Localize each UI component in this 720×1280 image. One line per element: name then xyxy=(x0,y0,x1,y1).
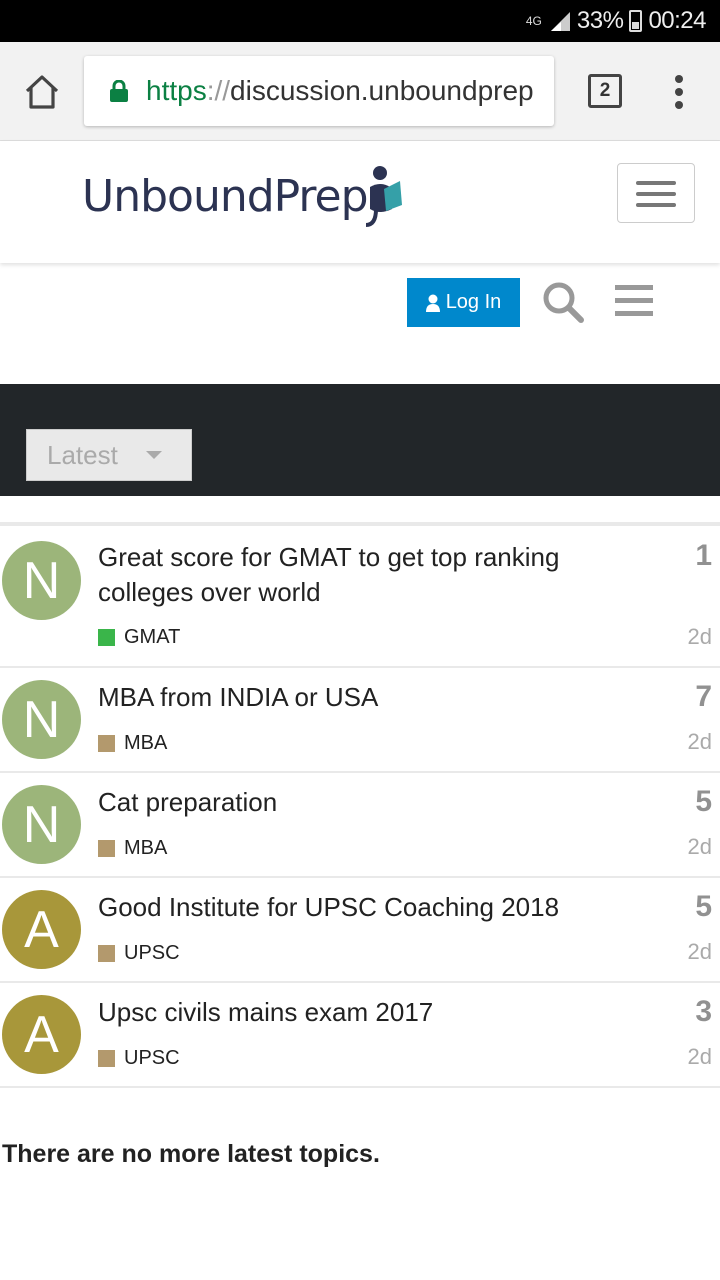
category-color xyxy=(98,629,115,646)
url-scheme: https xyxy=(146,75,207,106)
topic-row[interactable]: N Great score for GMAT to get top rankin… xyxy=(0,527,720,668)
url-separator: :// xyxy=(206,75,231,106)
category-color xyxy=(98,735,115,752)
url-text[interactable]: https://discussion.unboundprep xyxy=(146,56,534,126)
user-icon xyxy=(425,294,440,312)
browser-toolbar: https://discussion.unboundprep 2 xyxy=(0,42,720,141)
reply-count[interactable]: 5 xyxy=(695,890,712,924)
topic-row[interactable]: N Cat preparation MBA 5 2d xyxy=(0,773,720,878)
activity-age[interactable]: 2d xyxy=(688,834,712,860)
clock: 00:24 xyxy=(648,7,706,34)
topic-row[interactable]: N MBA from INDIA or USA MBA 7 2d xyxy=(0,668,720,773)
category-badge[interactable]: GMAT xyxy=(98,626,180,649)
tab-switcher-button[interactable]: 2 xyxy=(588,74,622,108)
reply-count[interactable]: 7 xyxy=(695,680,712,714)
activity-age[interactable]: 2d xyxy=(688,624,712,650)
filter-label: Latest xyxy=(47,440,118,470)
reply-count[interactable]: 3 xyxy=(695,995,712,1029)
hamburger-bar xyxy=(636,192,676,196)
category-badge[interactable]: MBA xyxy=(98,837,167,860)
list-divider xyxy=(0,522,720,526)
category-label: UPSC xyxy=(124,942,180,964)
caret-down-icon xyxy=(146,451,162,459)
hamburger-bar xyxy=(636,181,676,185)
address-bar[interactable]: https://discussion.unboundprep xyxy=(84,56,554,126)
topic-row[interactable]: A Upsc civils mains exam 2017 UPSC 3 2d xyxy=(0,983,720,1088)
category-label: MBA xyxy=(124,837,168,859)
category-label: GMAT xyxy=(124,626,181,648)
hamburger-bar xyxy=(636,203,676,207)
activity-age[interactable]: 2d xyxy=(688,939,712,965)
reply-count[interactable]: 5 xyxy=(695,785,712,819)
url-host: discussion.unboundprep xyxy=(230,75,534,106)
login-label: Log In xyxy=(445,291,502,313)
menu-icon[interactable] xyxy=(614,284,654,318)
site-header: UnboundPrep xyxy=(0,141,720,263)
network-type: 4G xyxy=(525,14,542,28)
site-logo[interactable]: UnboundPrep xyxy=(82,165,404,227)
category-badge[interactable]: MBA xyxy=(98,732,167,755)
signal-icon xyxy=(550,12,570,31)
topic-row[interactable]: A Good Institute for UPSC Coaching 2018 … xyxy=(0,878,720,983)
reader-figure-icon xyxy=(365,166,402,227)
battery-icon xyxy=(629,10,643,32)
topic-title[interactable]: MBA from INDIA or USA xyxy=(98,680,638,715)
category-badge[interactable]: UPSC xyxy=(98,942,180,965)
login-button[interactable]: Log In xyxy=(407,278,520,327)
lock-icon xyxy=(110,80,128,102)
category-color xyxy=(98,945,115,962)
logo-text: UnboundPrep xyxy=(82,170,369,222)
navigation-bar: Latest xyxy=(0,384,720,496)
category-badge[interactable]: UPSC xyxy=(98,1047,180,1070)
activity-age[interactable]: 2d xyxy=(688,729,712,755)
avatar[interactable]: N xyxy=(2,541,81,620)
avatar[interactable]: N xyxy=(2,680,81,759)
category-label: UPSC xyxy=(124,1047,180,1069)
category-color xyxy=(98,1050,115,1067)
home-icon[interactable] xyxy=(22,72,62,112)
avatar[interactable]: A xyxy=(2,995,81,1074)
search-icon[interactable] xyxy=(541,280,585,324)
site-nav-toggle[interactable] xyxy=(617,163,695,223)
end-of-list-message: There are no more latest topics. xyxy=(2,1140,380,1168)
category-color xyxy=(98,840,115,857)
activity-age[interactable]: 2d xyxy=(688,1044,712,1070)
avatar[interactable]: A xyxy=(2,890,81,969)
status-bar: 4G 33% 00:24 xyxy=(0,0,720,42)
topic-title[interactable]: Great score for GMAT to get top ranking … xyxy=(98,540,638,610)
topic-title[interactable]: Cat preparation xyxy=(98,785,638,820)
category-label: MBA xyxy=(124,732,168,754)
reply-count[interactable]: 1 xyxy=(695,539,712,573)
topic-title[interactable]: Good Institute for UPSC Coaching 2018 xyxy=(98,890,638,925)
battery-percent: 33% xyxy=(576,7,624,34)
topic-title[interactable]: Upsc civils mains exam 2017 xyxy=(98,995,638,1030)
filter-dropdown[interactable]: Latest xyxy=(26,429,192,481)
avatar[interactable]: N xyxy=(2,785,81,864)
more-vert-icon[interactable] xyxy=(664,72,694,112)
